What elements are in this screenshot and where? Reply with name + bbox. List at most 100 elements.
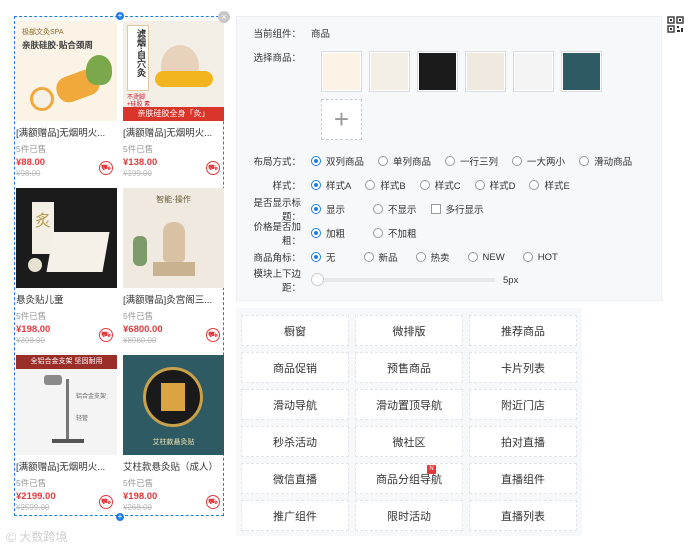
cart-icon[interactable]: ⛟ [206,328,220,342]
selected-product-thumb[interactable] [513,51,554,92]
radio-icon[interactable] [445,156,456,166]
component-item[interactable]: 限时活动 [355,500,463,531]
radio-icon[interactable] [311,204,321,214]
option-label: 滑动商品 [594,157,633,168]
corner-tag-option[interactable]: 新品 [363,250,398,264]
radio-icon[interactable] [467,252,478,262]
radio-icon[interactable] [311,228,321,238]
radio-icon[interactable] [522,252,533,262]
option-label: NEW [482,251,505,263]
style-option[interactable]: 样式A [311,178,351,192]
radio-icon[interactable] [474,180,485,190]
component-item[interactable]: 推荐商品 [469,315,577,346]
component-item[interactable]: 附近门店 [469,389,577,420]
image-caption: 亲肤硅胶全身「灸」 [123,107,224,121]
qrcode-icon[interactable] [667,16,685,34]
style-option[interactable]: 样式E [529,178,570,192]
component-item[interactable]: 微信直播 [241,463,349,494]
layout-option[interactable]: 一大两小 [512,154,565,168]
radio-icon[interactable] [311,252,321,262]
style-option[interactable]: 样式B [365,178,406,192]
component-item[interactable]: 拍对直播 [469,426,577,457]
component-item[interactable]: 直播组件 [469,463,577,494]
product-card[interactable]: 艾柱款悬灸贴 艾柱款悬灸贴（成人） 5件已售 ¥198.00 ¥268.00 ⛟ [123,355,224,522]
current-component-value: 商品 [311,29,331,40]
component-item[interactable]: 滑动置顶导航 [355,389,463,420]
bold-price-row: 价格是否加粗： 加粗 不加粗 [237,222,663,247]
selected-product-thumb[interactable] [369,51,410,92]
selected-product-thumb[interactable] [321,51,362,92]
multiline-checkbox[interactable]: 多行显示 [430,202,484,216]
component-item[interactable]: 卡片列表 [469,352,577,383]
component-item[interactable]: 微排版 [355,315,463,346]
select-products-label: 选择商品： [253,53,301,64]
component-item[interactable]: 秒杀活动 [241,426,349,457]
radio-icon[interactable] [311,156,321,166]
new-badge: N [427,465,436,474]
phone-preview[interactable]: + + 极部文灸SPA 亲肤硅胶·贴合颈周 [满额赠品]无烟明火... 5件已售… [14,12,224,521]
option-label: 显示 [326,205,346,216]
product-card[interactable]: 极部文灸SPA 亲肤硅胶·贴合颈周 [满额赠品]无烟明火... 5件已售 ¥88… [16,21,117,188]
cart-icon[interactable]: ⛟ [99,495,113,509]
layout-option[interactable]: 滑动商品 [579,154,632,168]
style-option[interactable]: 样式C [419,178,461,192]
corner-tag-option[interactable]: HOT [522,252,558,263]
radio-icon[interactable] [373,204,384,214]
image-caption: 全铝合金支架 坚固耐用 [16,355,117,369]
product-sold: 5件已售 [16,478,47,488]
layout-option[interactable]: 双列商品 [311,154,364,168]
option-label: 双列商品 [326,157,365,168]
bold-price-option[interactable]: 不加粗 [373,226,417,240]
layout-option[interactable]: 单列商品 [378,154,431,168]
add-product-button[interactable]: + [321,99,362,140]
cart-icon[interactable]: ⛟ [99,328,113,342]
component-item[interactable]: 商品促销 [241,352,349,383]
selected-product-thumb[interactable] [417,51,458,92]
product-card[interactable]: 智能·操作 [满额赠品]灸宫阁三... 5件已售 ¥6800.00 ¥8980.… [123,188,224,355]
slider-knob[interactable] [311,273,324,286]
product-card[interactable]: 全铝合金支架 坚固耐用 铝合金支架 轻管 [满额赠品]无烟明火... 5件已售 … [16,355,117,522]
corner-tag-option[interactable]: 热卖 [415,250,450,264]
radio-icon[interactable] [373,228,384,238]
corner-tag-option[interactable]: 无 [311,250,336,264]
show-title-option[interactable]: 不显示 [373,202,417,216]
radio-icon[interactable] [311,180,321,190]
layout-option[interactable]: 一行三列 [445,154,498,168]
radio-icon[interactable] [512,156,523,166]
bold-price-option[interactable]: 加粗 [311,226,345,240]
component-item[interactable]: 推广组件 [241,500,349,531]
show-title-option[interactable]: 显示 [311,202,345,216]
close-icon[interactable]: × [218,11,230,23]
radio-icon[interactable] [419,180,430,190]
selected-product-thumb[interactable] [465,51,506,92]
product-card[interactable]: 滤烟·自穴灸 不烫脚+硅胶 素材采购 亲肤硅胶全身「灸」 [满额赠品]无烟明火.… [123,21,224,188]
image-caption: 艾柱款悬灸贴 [152,439,195,446]
product-card[interactable]: 炙 悬灸贴儿童 5件已售 ¥198.00 ¥398.00 ⛟ [16,188,117,355]
radio-icon[interactable] [529,180,540,190]
component-label: 微信直播 [273,473,317,486]
component-item[interactable]: 预售商品 [355,352,463,383]
style-option[interactable]: 样式D [474,178,515,192]
corner-tag-option[interactable]: NEW [467,251,505,263]
component-item[interactable]: 滑动导航 [241,389,349,420]
radio-icon[interactable] [415,252,426,262]
cart-icon[interactable]: ⛟ [206,495,220,509]
component-item[interactable]: 直播列表 [469,500,577,531]
checkbox-icon[interactable] [430,204,441,214]
cart-icon[interactable]: ⛟ [206,161,220,175]
radio-icon[interactable] [363,252,374,262]
radio-icon[interactable] [365,180,376,190]
cart-icon[interactable]: ⛟ [99,161,113,175]
margin-slider[interactable] [311,273,495,286]
component-item[interactable]: 商品分组导航 N [355,463,463,494]
selected-product-thumb[interactable] [561,51,602,92]
radio-icon[interactable] [579,156,590,166]
radio-icon[interactable] [378,156,389,166]
layout-label: 布局方式： [253,157,301,168]
component-item[interactable]: 微社区 [355,426,463,457]
box-illustration [46,232,110,272]
current-component-row: 当前组件： 商品 [237,25,663,41]
current-component-label: 当前组件： [253,29,301,40]
top-resize-handle[interactable]: + [116,12,124,20]
component-item[interactable]: 橱窗 [241,315,349,346]
